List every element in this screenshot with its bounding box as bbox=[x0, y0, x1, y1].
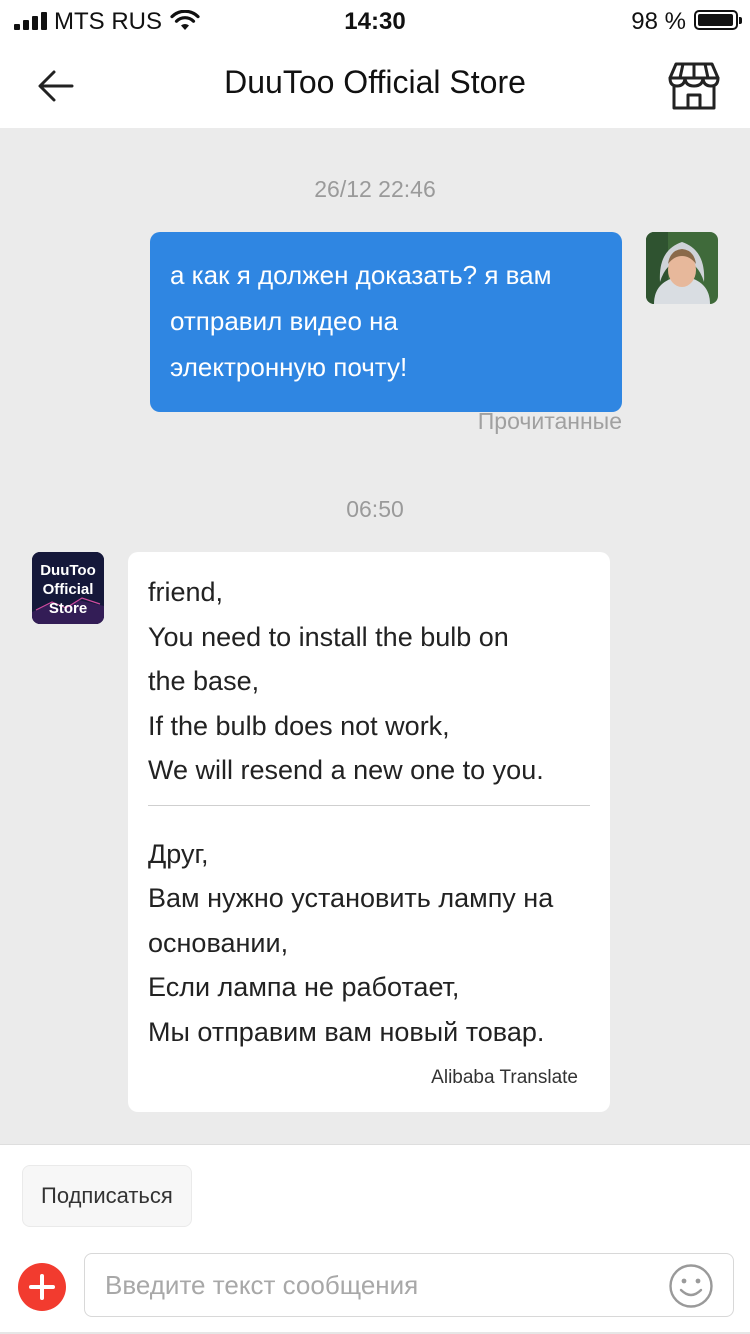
translated-text-line: Вам нужно установить лампу на bbox=[148, 883, 554, 913]
message-text-line: the base, bbox=[148, 666, 260, 696]
translated-text-line: Друг, bbox=[148, 838, 209, 869]
user-photo-icon bbox=[646, 232, 718, 304]
message-timestamp: 26/12 22:46 bbox=[314, 176, 436, 202]
message-input[interactable] bbox=[84, 1253, 734, 1317]
composer-area: Подписаться bbox=[0, 1144, 750, 1334]
storefront-icon bbox=[668, 62, 720, 110]
read-status: Прочитанные bbox=[477, 408, 622, 434]
message-timestamp: 06:50 bbox=[346, 496, 404, 522]
message-text-line: электронную почту! bbox=[170, 352, 408, 382]
message-text-line: friend, bbox=[148, 577, 224, 607]
svg-text:DuuToo: DuuToo bbox=[40, 562, 96, 579]
translated-text-line: Если лампа не работает, bbox=[148, 972, 460, 1002]
message-text-line: отправил видео на bbox=[170, 306, 398, 336]
translation-divider bbox=[148, 804, 590, 806]
svg-text:Official: Official bbox=[43, 581, 94, 598]
svg-text:Store: Store bbox=[49, 600, 87, 617]
message-text-line: You need to install the bulb on bbox=[148, 621, 509, 652]
emoji-button[interactable] bbox=[668, 1263, 714, 1309]
translation-credit: Alibaba Translate bbox=[431, 1067, 578, 1088]
status-bar: MTS RUS 14:30 98 % bbox=[0, 0, 750, 44]
message-text-line: If the bulb does not work, bbox=[148, 710, 450, 741]
message-text-line: а как я должен доказать? я вам bbox=[170, 260, 552, 290]
translated-text-line: Мы отправим вам новый товар. bbox=[148, 1016, 545, 1047]
page-title: DuuToo Official Store bbox=[224, 64, 526, 100]
navigation-bar: DuuToo Official Store bbox=[0, 44, 750, 128]
battery-icon bbox=[694, 10, 742, 30]
message-text-line: We will resend a new one to you. bbox=[148, 755, 544, 785]
subscribe-button[interactable]: Подписаться bbox=[22, 1165, 192, 1227]
battery-percentage: 98 % bbox=[631, 8, 686, 35]
store-logo: DuuToo Official Store bbox=[32, 552, 104, 624]
outgoing-message-bubble[interactable]: а как я должен доказать? я вам отправил … bbox=[150, 232, 622, 412]
user-avatar[interactable] bbox=[646, 232, 718, 304]
store-button[interactable] bbox=[666, 60, 722, 112]
translated-text-line: основании, bbox=[148, 927, 289, 958]
smiley-icon bbox=[669, 1264, 713, 1308]
add-attachment-button[interactable] bbox=[18, 1263, 66, 1311]
store-avatar[interactable]: DuuToo Official Store bbox=[32, 552, 104, 624]
incoming-message-bubble[interactable]: friend, You need to install the bulb on … bbox=[128, 552, 610, 1112]
